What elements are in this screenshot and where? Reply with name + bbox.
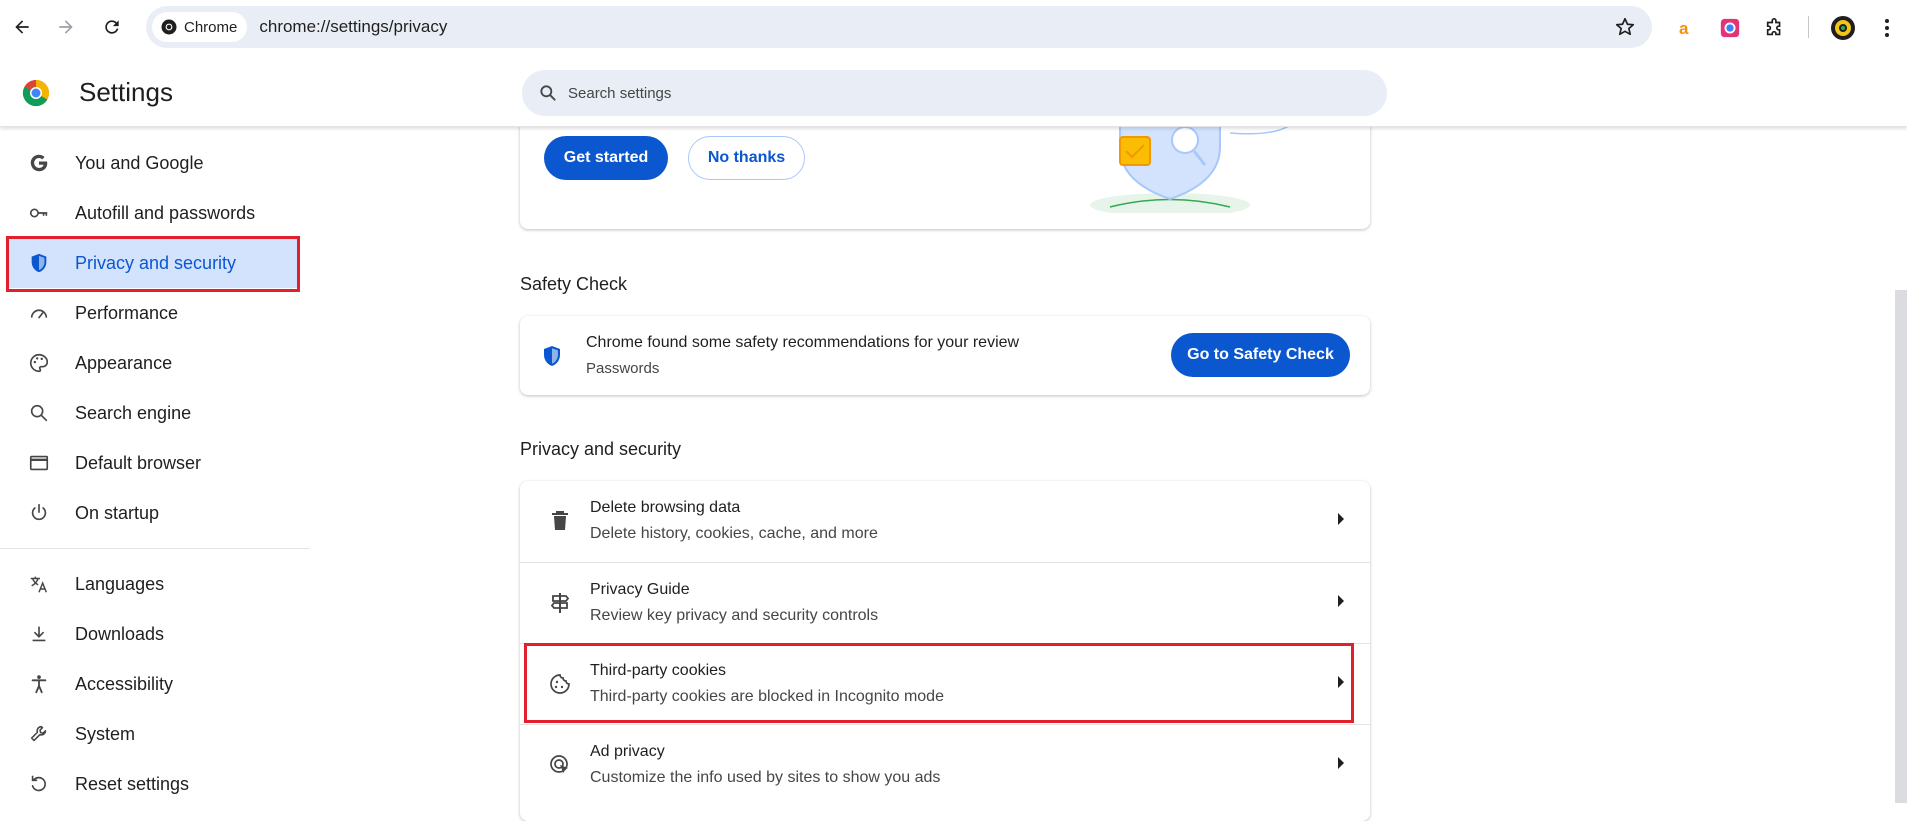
main-content: Get started No thanks Safety Check Chrom… bbox=[0, 107, 1907, 821]
ad-privacy-icon bbox=[550, 755, 568, 773]
safety-check-title: Safety Check bbox=[520, 274, 628, 294]
search-box[interactable] bbox=[522, 70, 1387, 116]
arrow-right-icon bbox=[1338, 676, 1344, 688]
chrome-logo-icon bbox=[22, 79, 50, 107]
get-started-button[interactable]: Get started bbox=[544, 136, 668, 180]
search-input[interactable] bbox=[568, 84, 1348, 102]
arrow-left-icon bbox=[15, 20, 29, 34]
reload-icon bbox=[105, 20, 119, 34]
search-icon bbox=[540, 85, 556, 101]
url-text[interactable]: chrome://settings/privacy bbox=[259, 17, 447, 37]
delete-browsing-data-row[interactable]: Delete browsing data Delete history, coo… bbox=[520, 481, 1370, 562]
no-thanks-button[interactable]: No thanks bbox=[688, 136, 805, 180]
profile-avatar-icon[interactable] bbox=[1829, 14, 1857, 42]
ad-privacy-row[interactable]: Ad privacy Customize the info used by si… bbox=[520, 724, 1370, 805]
row-title: Privacy Guide bbox=[590, 581, 690, 598]
third-party-cookies-row[interactable]: Third-party cookies Third-party cookies … bbox=[520, 643, 1370, 724]
color-picker-extension-icon[interactable] bbox=[1716, 14, 1744, 42]
row-subtitle: Review key privacy and security controls bbox=[590, 607, 879, 624]
arrow-right-icon bbox=[1338, 595, 1344, 607]
safety-check-card: Chrome found some safety recommendations… bbox=[520, 316, 1370, 395]
trash-icon bbox=[552, 511, 568, 530]
address-bar[interactable]: Chrome chrome://settings/privacy bbox=[146, 6, 1652, 48]
forward-button[interactable] bbox=[48, 9, 84, 45]
site-chip-label: Chrome bbox=[184, 18, 238, 36]
svg-text:a: a bbox=[1679, 19, 1689, 38]
arrow-right-icon bbox=[59, 20, 73, 34]
signpost-icon bbox=[550, 593, 570, 613]
arrow-right-icon bbox=[1338, 757, 1344, 769]
go-to-safety-check-button[interactable]: Go to Safety Check bbox=[1171, 333, 1350, 377]
privacy-guide-row[interactable]: Privacy Guide Review key privacy and sec… bbox=[520, 562, 1370, 643]
scrollbar[interactable] bbox=[1895, 290, 1907, 803]
row-subtitle: Third-party cookies are blocked in Incog… bbox=[590, 688, 944, 705]
page-title: Settings bbox=[79, 77, 173, 107]
privacy-section-title: Privacy and security bbox=[520, 439, 682, 459]
row-title: Third-party cookies bbox=[590, 662, 727, 679]
safety-check-message: Chrome found some safety recommendations… bbox=[586, 334, 1020, 351]
star-icon[interactable] bbox=[1614, 16, 1636, 38]
shield-icon bbox=[544, 346, 560, 366]
arrow-right-icon bbox=[1338, 513, 1344, 525]
site-chip[interactable]: Chrome bbox=[152, 12, 248, 42]
row-title: Ad privacy bbox=[590, 743, 665, 760]
extensions-puzzle-icon[interactable] bbox=[1761, 14, 1789, 42]
chrome-icon bbox=[161, 19, 177, 35]
row-title: Delete browsing data bbox=[590, 499, 741, 516]
amazon-extension-icon[interactable]: a bbox=[1671, 14, 1699, 42]
reload-button[interactable] bbox=[94, 9, 130, 45]
settings-header: Settings bbox=[0, 55, 1907, 127]
toolbar-divider bbox=[1808, 16, 1809, 38]
cookie-icon bbox=[550, 674, 570, 694]
browser-toolbar: Chrome chrome://settings/privacy a bbox=[0, 0, 1907, 55]
row-subtitle: Customize the info used by sites to show… bbox=[590, 769, 941, 786]
menu-kebab-icon[interactable] bbox=[1873, 14, 1901, 42]
safety-check-subtext: Passwords bbox=[586, 360, 660, 377]
row-subtitle: Delete history, cookies, cache, and more bbox=[590, 525, 878, 542]
back-button[interactable] bbox=[4, 9, 40, 45]
